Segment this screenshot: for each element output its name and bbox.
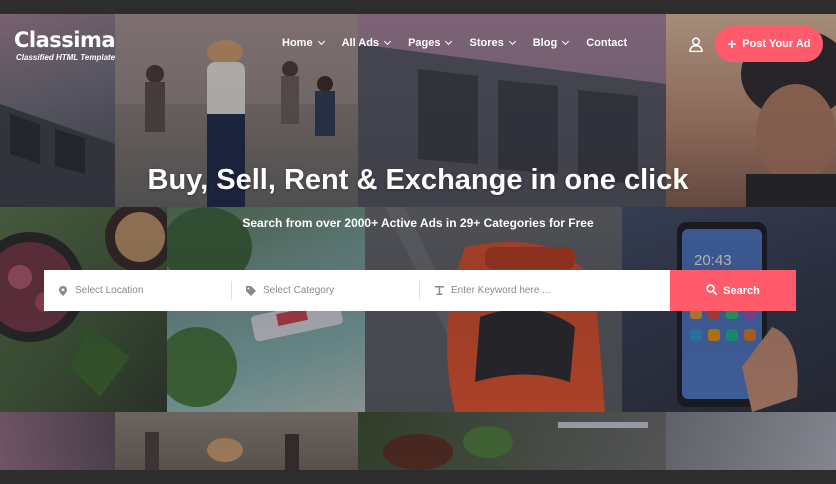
nav-item-label: Blog: [532, 37, 558, 49]
brand-tagline: Classified HTML Template: [16, 53, 116, 62]
brand-logo[interactable]: Classima Classified HTML Template: [14, 28, 116, 62]
chevron-down-icon: [384, 37, 392, 46]
brand-name: Classima: [14, 28, 116, 52]
nav-item-all-ads[interactable]: All Ads: [341, 37, 392, 49]
nav-item-label: Stores: [469, 37, 504, 49]
top-border: [0, 0, 836, 14]
nav-item-label: Contact: [586, 37, 628, 49]
post-your-ad-button[interactable]: + Post Your Ad: [715, 26, 823, 62]
nav-item-label: Pages: [408, 37, 441, 49]
user-icon[interactable]: [689, 37, 703, 53]
search-bar: Select Location Select Category Enter Ke…: [44, 270, 796, 311]
plus-icon: +: [727, 35, 737, 53]
bottom-border: [0, 470, 836, 484]
category-placeholder: Select Category: [263, 285, 335, 296]
nav-item-blog[interactable]: Blog: [532, 37, 570, 49]
hero-subheadline: Search from over 2000+ Active Ads in 29+…: [242, 216, 594, 230]
nav-item-contact[interactable]: Contact: [586, 37, 627, 49]
post-your-ad-label: Post Your Ad: [742, 38, 811, 50]
chevron-down-icon: [317, 37, 325, 46]
tag-icon: [246, 285, 256, 296]
search-button-label: Search: [723, 284, 760, 297]
category-select[interactable]: Select Category: [232, 270, 420, 311]
chevron-down-icon: [445, 37, 453, 46]
nav-item-label: All Ads: [341, 37, 380, 49]
keyword-placeholder: Enter Keyword here ...: [451, 285, 551, 296]
chevron-down-icon: [562, 37, 570, 46]
chevron-down-icon: [508, 37, 516, 46]
main-nav: Home All Ads Pages Stores Blog Contact: [282, 37, 645, 49]
text-icon: [434, 286, 444, 296]
map-pin-icon: [58, 285, 68, 296]
location-select[interactable]: Select Location: [44, 270, 232, 311]
nav-item-label: Home: [282, 37, 313, 49]
nav-item-stores[interactable]: Stores: [469, 37, 516, 49]
hero-headline: Buy, Sell, Rent & Exchange in one click: [147, 164, 689, 196]
nav-item-pages[interactable]: Pages: [408, 37, 453, 49]
hero-dim-overlay: [0, 14, 836, 470]
search-button[interactable]: Search: [670, 270, 796, 311]
screenshot-frame: 20:43 Classima Classified HTML Template: [0, 0, 836, 484]
nav-item-home[interactable]: Home: [282, 37, 325, 49]
location-placeholder: Select Location: [75, 285, 144, 296]
search-icon: [706, 283, 718, 298]
keyword-input[interactable]: Enter Keyword here ...: [420, 270, 670, 311]
hero-banner: 20:43: [0, 14, 836, 470]
